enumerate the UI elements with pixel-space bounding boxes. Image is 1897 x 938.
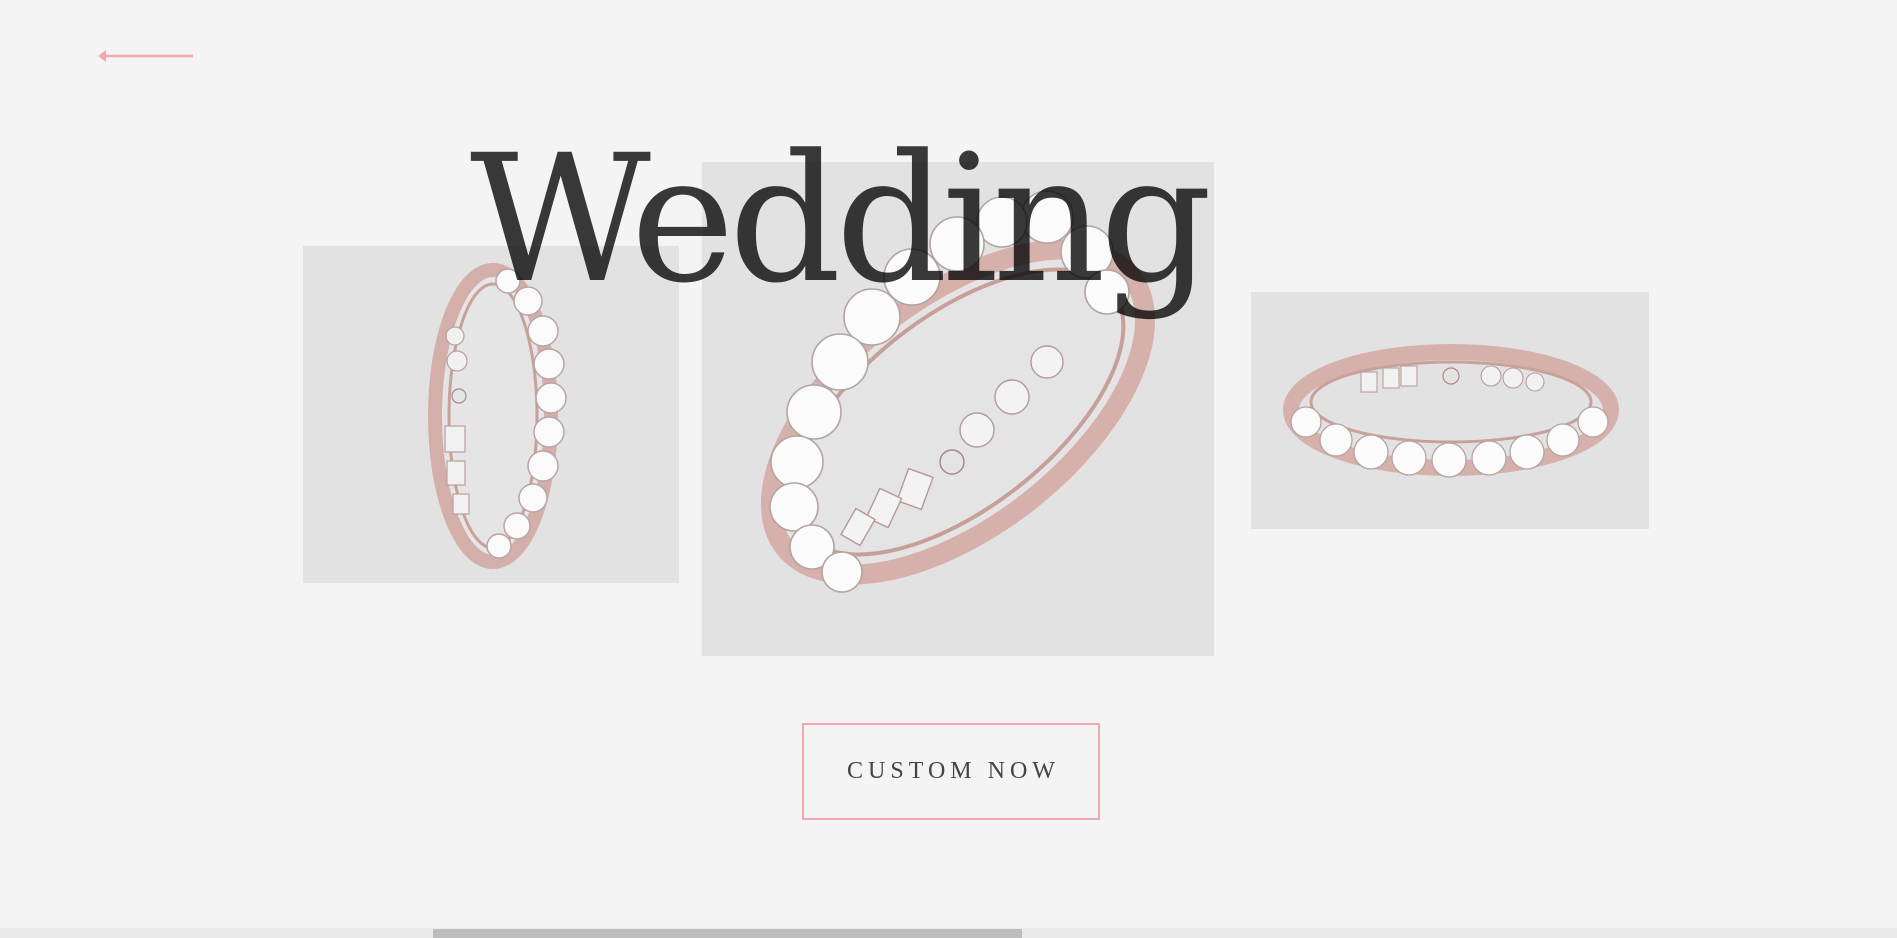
custom-now-label: CUSTOM NOW (847, 758, 1060, 784)
page-title: Wedding (470, 117, 1212, 322)
horizontal-scrollbar-thumb[interactable] (433, 929, 1022, 938)
ring-image-flat[interactable] (1251, 292, 1649, 529)
arrow-left-icon (98, 50, 193, 62)
custom-now-button[interactable]: CUSTOM NOW (802, 723, 1100, 820)
back-button[interactable] (96, 44, 196, 68)
landing-page: Wedding CUSTOM NOW (0, 0, 1897, 938)
eternity-ring-flat-illustration (1251, 292, 1649, 529)
